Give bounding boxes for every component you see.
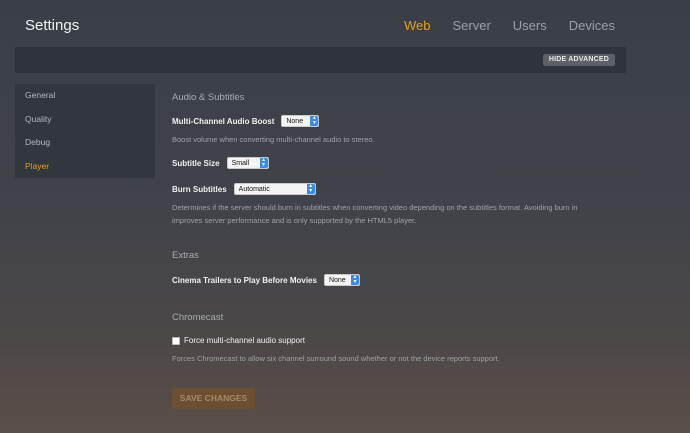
cinema-trailers-label: Cinema Trailers to Play Before Movies xyxy=(172,275,317,285)
section-heading-extras: Extras xyxy=(172,250,199,261)
audio-boost-label: Multi-Channel Audio Boost xyxy=(172,116,275,126)
select-arrows-icon: ▴ ▾ xyxy=(310,115,319,126)
subtitle-size-value: Small xyxy=(231,159,250,167)
subtitle-size-row: Subtitle Size Small ▴ ▾ xyxy=(172,157,269,169)
tab-web[interactable]: Web xyxy=(404,18,431,33)
audio-boost-select[interactable]: None ▴ ▾ xyxy=(281,115,320,127)
burn-subtitles-select[interactable]: Automatic ▴ ▾ xyxy=(233,183,316,195)
save-changes-button[interactable]: SAVE CHANGES xyxy=(172,388,255,409)
settings-tabs: Web Server Users Devices xyxy=(404,18,615,33)
force-multichannel-row: Force multi-channel audio support xyxy=(172,336,305,345)
subtitle-size-select[interactable]: Small ▴ ▾ xyxy=(226,157,269,169)
audio-boost-help: Boost volume when converting multi-chann… xyxy=(172,135,375,144)
advanced-toolbar: HIDE ADVANCED xyxy=(15,47,626,73)
select-arrows-icon: ▴ ▾ xyxy=(350,274,359,285)
sidebar-item-player[interactable]: Player xyxy=(15,155,155,179)
sidebar-item-quality[interactable]: Quality xyxy=(15,108,155,132)
sidebar-item-debug[interactable]: Debug xyxy=(15,131,155,155)
select-arrows-icon: ▴ ▾ xyxy=(259,157,268,168)
burn-subtitles-help-line-1: Determines if the server should burn in … xyxy=(172,203,578,212)
burn-subtitles-value: Automatic xyxy=(238,185,270,193)
audio-boost-row: Multi-Channel Audio Boost None ▴ ▾ xyxy=(172,115,320,127)
force-multichannel-help: Forces Chromecast to allow six channel s… xyxy=(172,354,500,363)
tab-server[interactable]: Server xyxy=(453,18,491,33)
sidebar-item-general[interactable]: General xyxy=(15,84,155,108)
select-arrows-icon: ▴ ▾ xyxy=(306,183,315,194)
page-title: Settings xyxy=(25,17,80,34)
subtitle-size-label: Subtitle Size xyxy=(172,158,220,168)
audio-boost-value: None xyxy=(286,117,304,125)
cinema-trailers-select[interactable]: None ▴ ▾ xyxy=(323,274,360,286)
force-multichannel-label[interactable]: Force multi-channel audio support xyxy=(184,336,305,345)
burn-subtitles-label: Burn Subtitles xyxy=(172,184,227,194)
force-multichannel-checkbox[interactable] xyxy=(172,336,180,345)
hide-advanced-button[interactable]: HIDE ADVANCED xyxy=(542,54,615,66)
section-heading-chromecast: Chromecast xyxy=(172,312,224,323)
sidebar: General Quality Debug Player xyxy=(15,84,155,178)
section-heading-audio: Audio & Subtitles xyxy=(172,92,245,103)
burn-subtitles-help-line-2: improves server performance and is only … xyxy=(172,215,417,225)
burn-subtitles-row: Burn Subtitles Automatic ▴ ▾ xyxy=(172,183,316,195)
tab-users[interactable]: Users xyxy=(513,18,547,33)
cinema-trailers-row: Cinema Trailers to Play Before Movies No… xyxy=(172,274,360,286)
cinema-trailers-value: None xyxy=(328,276,346,284)
burn-subtitles-help: Determines if the server should burn in … xyxy=(172,202,622,227)
tab-devices[interactable]: Devices xyxy=(569,18,615,33)
